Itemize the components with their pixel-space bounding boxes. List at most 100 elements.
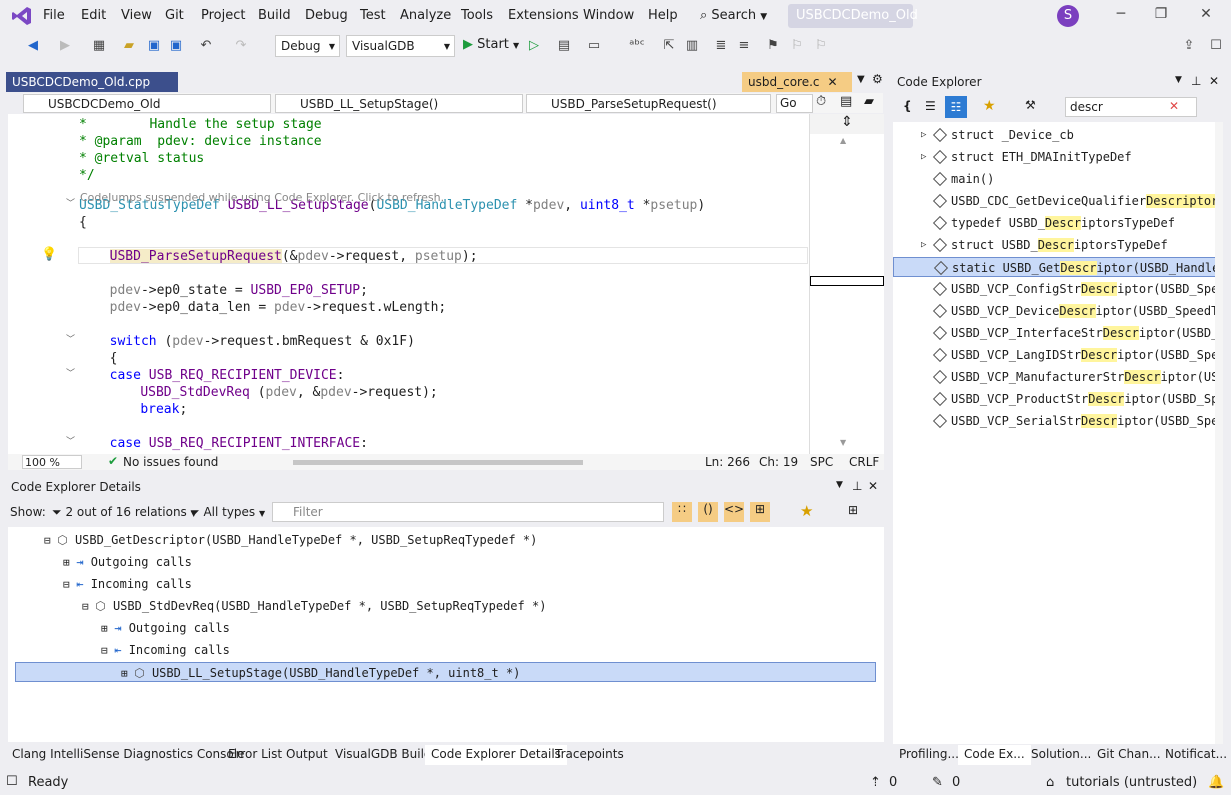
indent-icon[interactable]: ≣ [712, 37, 730, 55]
menu-item-extensions[interactable]: Extensions [508, 8, 579, 23]
tree-node[interactable]: ⊞ ⇥ Outgoing calls [63, 552, 192, 572]
collapse-icon[interactable]: ﹀ [66, 434, 75, 447]
parens-icon[interactable]: () [698, 502, 718, 522]
bottom-tab[interactable]: Error List [222, 745, 288, 765]
close-icon[interactable]: ✕ [1197, 6, 1215, 24]
tree-node[interactable]: ⊞ ⬡ USBD_LL_SetupStage(USBD_HandleTypeDe… [15, 662, 876, 682]
code-explorer-item[interactable]: USBD_VCP_ConfigStrDescriptor(USBD_Speed [893, 279, 1223, 299]
project-scope-select[interactable]: USBCDCDemo_Old [23, 94, 271, 113]
edit-count[interactable]: 0 [952, 775, 960, 790]
menu-item-analyze[interactable]: Analyze [400, 8, 451, 23]
right-tab[interactable]: Code Ex... [958, 745, 1031, 765]
repo-name[interactable]: tutorials (untrusted) [1066, 775, 1197, 790]
code-line[interactable]: * @retval status [79, 150, 204, 167]
pin-icon[interactable]: ⊥ [852, 479, 862, 493]
tree-node[interactable]: ⊟ ⇤ Incoming calls [101, 640, 230, 660]
chevron-down-icon[interactable]: ▼ [1175, 75, 1182, 85]
git-up-icon[interactable]: ⇡ [870, 775, 881, 790]
code-explorer-item[interactable]: USBD_VCP_SerialStrDescriptor(USBD_Speed [893, 411, 1223, 431]
expand-icon[interactable]: ⊞ [121, 667, 134, 680]
repo-icon[interactable]: ⌂ [1046, 775, 1054, 790]
menu-item-test[interactable]: Test [360, 8, 386, 23]
tab-usbd-core-c[interactable]: usbd_core.c ✕ [742, 72, 852, 92]
code-explorer-item[interactable]: USBD_VCP_InterfaceStrDescriptor(USBD_Sp [893, 323, 1223, 343]
angle-brackets-icon[interactable]: <> [724, 502, 744, 522]
wrench-icon[interactable]: ⚒ [1025, 98, 1036, 112]
collapse-icon[interactable]: ⊟ [63, 578, 76, 591]
clear-icon[interactable]: ✕ [1169, 99, 1179, 113]
expand-icon[interactable]: ▷ [921, 147, 926, 167]
share-icon[interactable]: ⇪ [1180, 37, 1198, 55]
menu-item-window[interactable]: Window [583, 8, 634, 23]
tree-icon[interactable]: ☷ [945, 96, 967, 118]
menu-item-build[interactable]: Build [258, 8, 291, 23]
new-project-icon[interactable]: ▦ [90, 37, 108, 55]
pencil-icon[interactable]: ✎ [932, 775, 943, 790]
star-icon[interactable]: ★ [983, 98, 996, 114]
line-ending[interactable]: CRLF [849, 455, 879, 469]
panel-icon[interactable]: ▥ [683, 37, 701, 55]
configuration-select[interactable]: Debug ▼ [275, 35, 340, 57]
code-explorer-item[interactable]: USBD_VCP_ManufacturerStrDescriptor(USBD [893, 367, 1223, 387]
menu-item-help[interactable]: Help [648, 8, 678, 23]
menu-item-debug[interactable]: Debug [305, 8, 348, 23]
browse-icon[interactable]: ▤ [555, 37, 573, 55]
bookmark-icon[interactable]: ⚑ [764, 37, 782, 55]
collapse-icon[interactable]: ⊟ [82, 600, 95, 613]
lightbulb-icon[interactable]: 💡 [41, 247, 57, 262]
horizontal-scrollbar[interactable] [293, 460, 583, 465]
expand-icon[interactable]: ▷ [921, 235, 926, 255]
codejumps-note[interactable]: CodeJumps suspended while using Code Exp… [80, 191, 444, 204]
code-explorer-item[interactable]: USBD_CDC_GetDeviceQualifierDescriptor( [893, 191, 1223, 211]
code-explorer-item[interactable]: static USBD_GetDescriptor(USBD_HandleTy [893, 257, 1223, 277]
bottom-tab[interactable]: Clang IntelliSense Diagnostics Console [6, 745, 250, 765]
expand-icon[interactable]: ⊞ [101, 622, 114, 635]
code-line[interactable]: * Handle the setup stage [79, 116, 322, 133]
timer-icon[interactable]: ⏱ [816, 94, 826, 109]
code-explorer-item[interactable]: typedef USBD_DescriptorsTypeDef [893, 213, 1223, 233]
save-icon[interactable]: ▣ [145, 37, 163, 55]
menu-item-project[interactable]: Project [201, 8, 245, 23]
platform-select[interactable]: VisualGDB ▼ [346, 35, 455, 57]
minimize-icon[interactable]: ─ [1112, 6, 1130, 24]
list-icon[interactable]: ☰ [925, 99, 936, 113]
member-scope-select[interactable]: USBD_ParseSetupRequest() [526, 94, 771, 113]
forward-icon[interactable]: ▶ [56, 37, 74, 55]
restore-icon[interactable]: ❐ [1152, 6, 1170, 24]
close-icon[interactable]: ✕ [1209, 74, 1219, 88]
split-icon[interactable]: ⇕ [810, 114, 884, 134]
whitespace-mode[interactable]: SPC [810, 455, 833, 469]
type-scope-select[interactable]: USBD_LL_SetupStage() [275, 94, 523, 113]
code-line[interactable]: { [79, 214, 87, 231]
bottom-tab[interactable]: VisualGDB Build [329, 745, 438, 765]
vertical-scrollbar[interactable] [1215, 122, 1223, 744]
code-explorer-list[interactable]: ▷ struct _Device_cb ▷ struct ETH_DMAInitTyp… [893, 122, 1223, 744]
code-line[interactable]: { [94, 350, 118, 367]
code-explorer-item[interactable]: USBD_VCP_ProductStrDescriptor(USBD_Spee [893, 389, 1223, 409]
filter-input[interactable]: Filter [272, 502, 664, 522]
right-tab[interactable]: Profiling... [893, 745, 965, 765]
minimap-viewport[interactable] [810, 276, 884, 286]
scroll-down-icon[interactable]: ▼ [840, 438, 846, 447]
code-editor[interactable]: * Handle the setup stage * @param pdev: d… [8, 114, 809, 454]
tab-list-icon[interactable]: ▼ [857, 74, 865, 85]
close-icon[interactable]: ✕ [828, 75, 838, 89]
code-line[interactable]: case USB_REQ_RECIPIENT_INTERFACE: [94, 435, 368, 452]
issues-status[interactable]: No issues found [123, 455, 218, 469]
bookmark-next-icon[interactable]: ⚐ [812, 37, 830, 55]
collapse-icon[interactable]: ⊟ [101, 644, 114, 657]
avatar[interactable]: S [1057, 5, 1079, 27]
braces-icon[interactable]: { [903, 99, 912, 113]
code-line[interactable]: pdev->ep0_state = USBD_EP0_SETUP; [94, 282, 368, 299]
tree-node[interactable]: ⊟ ⬡ USBD_StdDevReq(USBD_HandleTypeDef *,… [82, 596, 546, 616]
right-tab[interactable]: Git Chan... [1091, 745, 1167, 765]
expand-icon[interactable]: ⊞ [63, 556, 76, 569]
tree-node[interactable]: ⊟ ⬡ USBD_GetDescriptor(USBD_HandleTypeDe… [44, 530, 537, 550]
namespace-icon[interactable]: ∷ [672, 502, 692, 522]
outdent-icon[interactable]: ≡ [735, 37, 753, 55]
bottom-tab[interactable]: Tracepoints [549, 745, 630, 765]
menu-item-tools[interactable]: Tools [461, 8, 493, 23]
code-line[interactable]: */ [79, 167, 95, 184]
back-icon[interactable]: ◀ [24, 37, 42, 55]
details-tree[interactable]: ⊟ ⬡ USBD_GetDescriptor(USBD_HandleTypeDe… [8, 527, 884, 742]
